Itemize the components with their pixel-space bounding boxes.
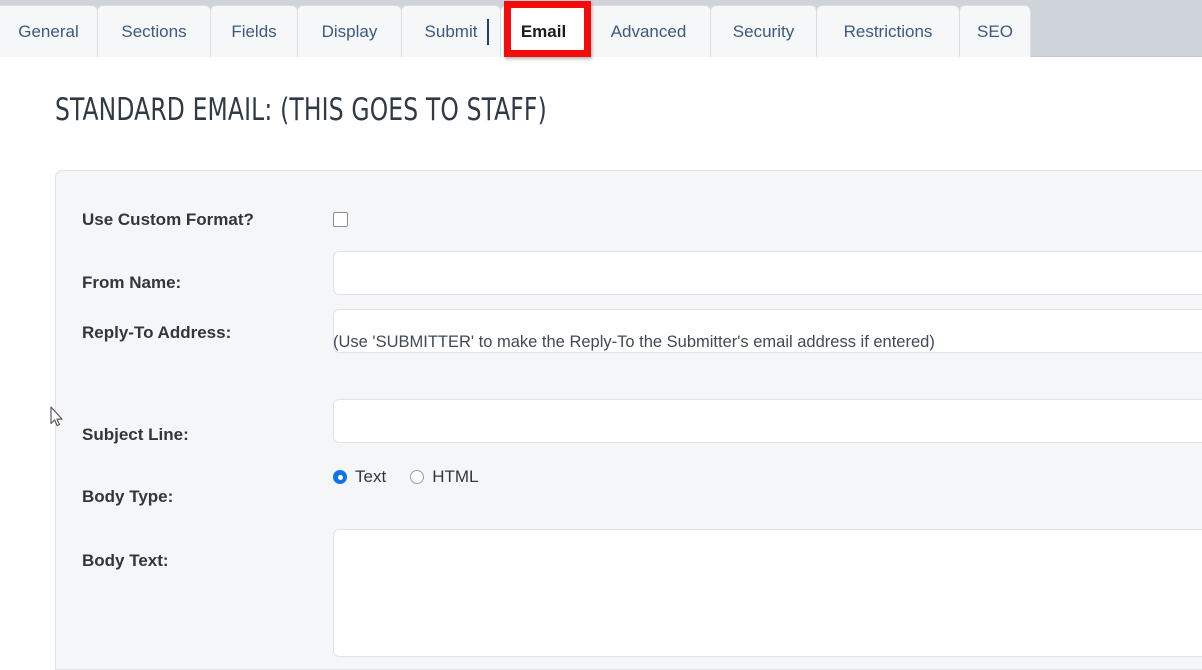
body-type-option-text[interactable]: Text bbox=[333, 467, 386, 487]
tab-label: General bbox=[18, 22, 79, 41]
tab-advanced[interactable]: Advanced bbox=[586, 5, 711, 57]
tab-security[interactable]: Security bbox=[710, 5, 817, 57]
control-from-name bbox=[333, 251, 1202, 295]
label-body-type: Body Type: bbox=[82, 487, 174, 506]
tab-email[interactable]: Email bbox=[500, 5, 587, 57]
tab-label: Advanced bbox=[610, 22, 687, 41]
form-row-reply-to-hint: (Use 'SUBMITTER' to make the Reply-To th… bbox=[56, 331, 1202, 379]
form-row-body-text: Body Text: bbox=[56, 509, 1202, 669]
from-name-input[interactable] bbox=[333, 251, 1202, 295]
control-use-custom-format bbox=[333, 210, 1202, 232]
tab-label: Restrictions bbox=[843, 22, 933, 41]
label-body-text: Body Text: bbox=[82, 551, 169, 570]
tab-label: Display bbox=[321, 22, 378, 41]
reply-to-hint-text: (Use 'SUBMITTER' to make the Reply-To th… bbox=[333, 333, 935, 351]
body-type-option-html[interactable]: HTML bbox=[410, 467, 478, 487]
subject-line-input[interactable] bbox=[333, 399, 1202, 443]
email-settings-panel: Use Custom Format? From Name: Reply-To A… bbox=[55, 170, 1202, 670]
tab-sections[interactable]: Sections bbox=[97, 5, 211, 57]
form-row-reply-to: Reply-To Address: bbox=[56, 295, 1202, 353]
tab-label: SEO bbox=[977, 22, 1013, 41]
label-use-custom-format: Use Custom Format? bbox=[82, 210, 254, 229]
text-caret bbox=[487, 19, 489, 45]
body-text-textarea[interactable] bbox=[333, 529, 1202, 657]
radio-text-icon[interactable] bbox=[333, 470, 347, 484]
tab-label: Email bbox=[520, 22, 567, 41]
tab-bar: General Sections Fields Display Submit E… bbox=[0, 0, 1202, 57]
control-subject-line bbox=[333, 399, 1202, 443]
form-row-subject-line: Subject Line: bbox=[56, 379, 1202, 447]
page-title: Standard Email: (This goes to Staff) bbox=[55, 92, 547, 128]
label-from-name: From Name: bbox=[82, 273, 182, 292]
control-body-text bbox=[333, 529, 1202, 657]
form-row-use-custom-format: Use Custom Format? bbox=[56, 171, 1202, 231]
tab-general[interactable]: General bbox=[0, 5, 98, 57]
form-row-from-name: From Name: bbox=[56, 231, 1202, 295]
radio-html-label: HTML bbox=[432, 467, 479, 486]
tab-label: Sections bbox=[121, 22, 187, 41]
form-row-body-type: Body Type: Text HTML bbox=[56, 447, 1202, 509]
tab-display[interactable]: Display bbox=[297, 5, 402, 57]
tab-label: Security bbox=[732, 22, 795, 41]
tab-restrictions[interactable]: Restrictions bbox=[816, 5, 960, 57]
tab-submit[interactable]: Submit bbox=[401, 5, 501, 57]
radio-text-label: Text bbox=[355, 467, 387, 486]
radio-html-icon[interactable] bbox=[410, 470, 425, 484]
tab-label: Submit bbox=[424, 22, 478, 41]
body-type-radio-group: Text HTML bbox=[333, 467, 1202, 487]
use-custom-format-checkbox[interactable] bbox=[333, 212, 348, 227]
tab-label: Fields bbox=[231, 22, 277, 41]
tab-seo[interactable]: SEO bbox=[959, 5, 1031, 57]
tab-strip: General Sections Fields Display Submit E… bbox=[0, 4, 1031, 57]
tab-fields[interactable]: Fields bbox=[210, 5, 298, 57]
label-subject-line: Subject Line: bbox=[82, 425, 189, 444]
